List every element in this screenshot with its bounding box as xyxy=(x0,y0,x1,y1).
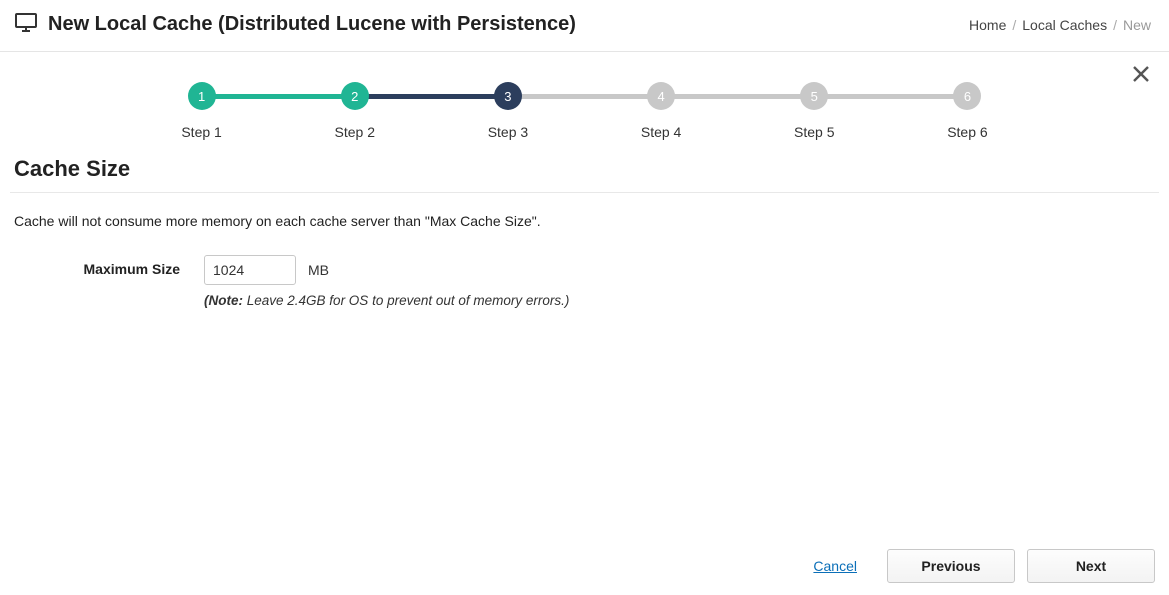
step-connector xyxy=(202,94,355,99)
max-size-field: MB (Note: Leave 2.4GB for OS to prevent … xyxy=(204,255,569,308)
step-connector xyxy=(508,94,661,99)
breadcrumb-local-caches[interactable]: Local Caches xyxy=(1022,17,1107,33)
step-circle: 2 xyxy=(341,82,369,110)
step-connector xyxy=(355,94,508,99)
step-circle: 5 xyxy=(800,82,828,110)
max-size-input-group: MB xyxy=(204,255,569,285)
note-prefix: (Note: xyxy=(204,293,243,308)
max-size-unit: MB xyxy=(308,262,329,278)
next-button[interactable]: Next xyxy=(1027,549,1155,583)
step-circle: 6 xyxy=(953,82,981,110)
step-label: Step 5 xyxy=(794,124,834,140)
max-size-label: Maximum Size xyxy=(14,255,204,277)
step-connector xyxy=(814,94,967,99)
max-size-note: (Note: Leave 2.4GB for OS to prevent out… xyxy=(204,293,569,308)
max-size-input[interactable] xyxy=(204,255,296,285)
step-2[interactable]: 2 Step 2 xyxy=(278,82,431,140)
form-row-max-size: Maximum Size MB (Note: Leave 2.4GB for O… xyxy=(10,247,1159,316)
step-1[interactable]: 1 Step 1 xyxy=(125,82,278,140)
step-circle: 4 xyxy=(647,82,675,110)
section-title: Cache Size xyxy=(10,152,1159,193)
header-left: New Local Cache (Distributed Lucene with… xyxy=(14,10,576,39)
step-label: Step 6 xyxy=(947,124,987,140)
step-circle: 1 xyxy=(188,82,216,110)
previous-button[interactable]: Previous xyxy=(887,549,1015,583)
breadcrumb: Home / Local Caches / New xyxy=(969,17,1151,33)
wizard-panel: 1 Step 1 2 Step 2 3 Step 3 4 Step 4 5 Step 5 6 Step… xyxy=(10,52,1159,316)
step-label: Step 2 xyxy=(335,124,375,140)
step-circle: 3 xyxy=(494,82,522,110)
wizard-footer: Cancel Previous Next xyxy=(10,543,1159,583)
step-label: Step 3 xyxy=(488,124,528,140)
step-connector xyxy=(661,94,814,99)
step-3[interactable]: 3 Step 3 xyxy=(431,82,584,140)
stepper: 1 Step 1 2 Step 2 3 Step 3 4 Step 4 5 Step 5 6 Step… xyxy=(10,52,1159,152)
monitor-icon xyxy=(14,10,38,39)
page-title: New Local Cache (Distributed Lucene with… xyxy=(48,13,576,36)
breadcrumb-sep: / xyxy=(1012,17,1016,33)
cancel-link[interactable]: Cancel xyxy=(813,558,857,574)
page-header: New Local Cache (Distributed Lucene with… xyxy=(0,0,1169,52)
step-5[interactable]: 5 Step 5 xyxy=(738,82,891,140)
step-4[interactable]: 4 Step 4 xyxy=(585,82,738,140)
section-description: Cache will not consume more memory on ea… xyxy=(10,193,1159,247)
breadcrumb-current: New xyxy=(1123,17,1151,33)
breadcrumb-sep: / xyxy=(1113,17,1117,33)
step-label: Step 4 xyxy=(641,124,681,140)
note-text: Leave 2.4GB for OS to prevent out of mem… xyxy=(243,293,569,308)
breadcrumb-home[interactable]: Home xyxy=(969,17,1006,33)
step-6[interactable]: 6 Step 6 xyxy=(891,82,1044,140)
step-label: Step 1 xyxy=(181,124,221,140)
